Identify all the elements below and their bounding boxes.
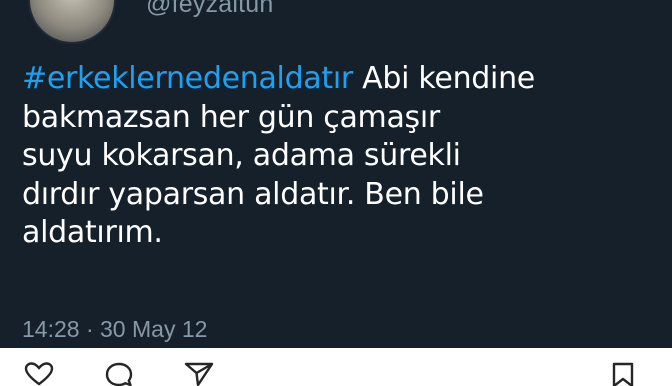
tweet-text: #erkeklernedenaldatır Abi kendine bakmaz… — [22, 60, 652, 253]
share-icon[interactable] — [184, 362, 214, 386]
tweet-time: 14:28 — [22, 316, 80, 342]
post-action-bar — [0, 348, 672, 386]
tweet-line-1-text: Abi kendine — [352, 61, 535, 96]
user-handle[interactable]: @feyzaltun — [146, 0, 273, 19]
hashtag-link[interactable]: #erkeklernedenaldatır — [22, 61, 353, 96]
comment-icon[interactable] — [104, 362, 134, 386]
tweet-date: 30 May 12 — [100, 316, 208, 342]
tweet-line-1: #erkeklernedenaldatır Abi kendine — [22, 60, 652, 99]
tweet-line-2: bakmazsan her gün çamaşır — [22, 99, 440, 135]
meta-separator: · — [85, 316, 94, 342]
avatar[interactable] — [28, 0, 116, 44]
tweet-card: @feyzaltun #erkeklernedenaldatır Abi ken… — [0, 0, 672, 348]
tweet-timestamp[interactable]: 14:28 · 30 May 12 — [22, 316, 207, 343]
tweet-line-3: suyu kokarsan, adama sürekli — [22, 138, 461, 174]
heart-icon[interactable] — [24, 362, 54, 386]
tweet-line-4: dırdır yaparsan aldatır. Ben bile — [22, 176, 484, 212]
bookmark-icon[interactable] — [610, 362, 636, 386]
tweet-line-5: aldatırım. — [22, 215, 163, 251]
